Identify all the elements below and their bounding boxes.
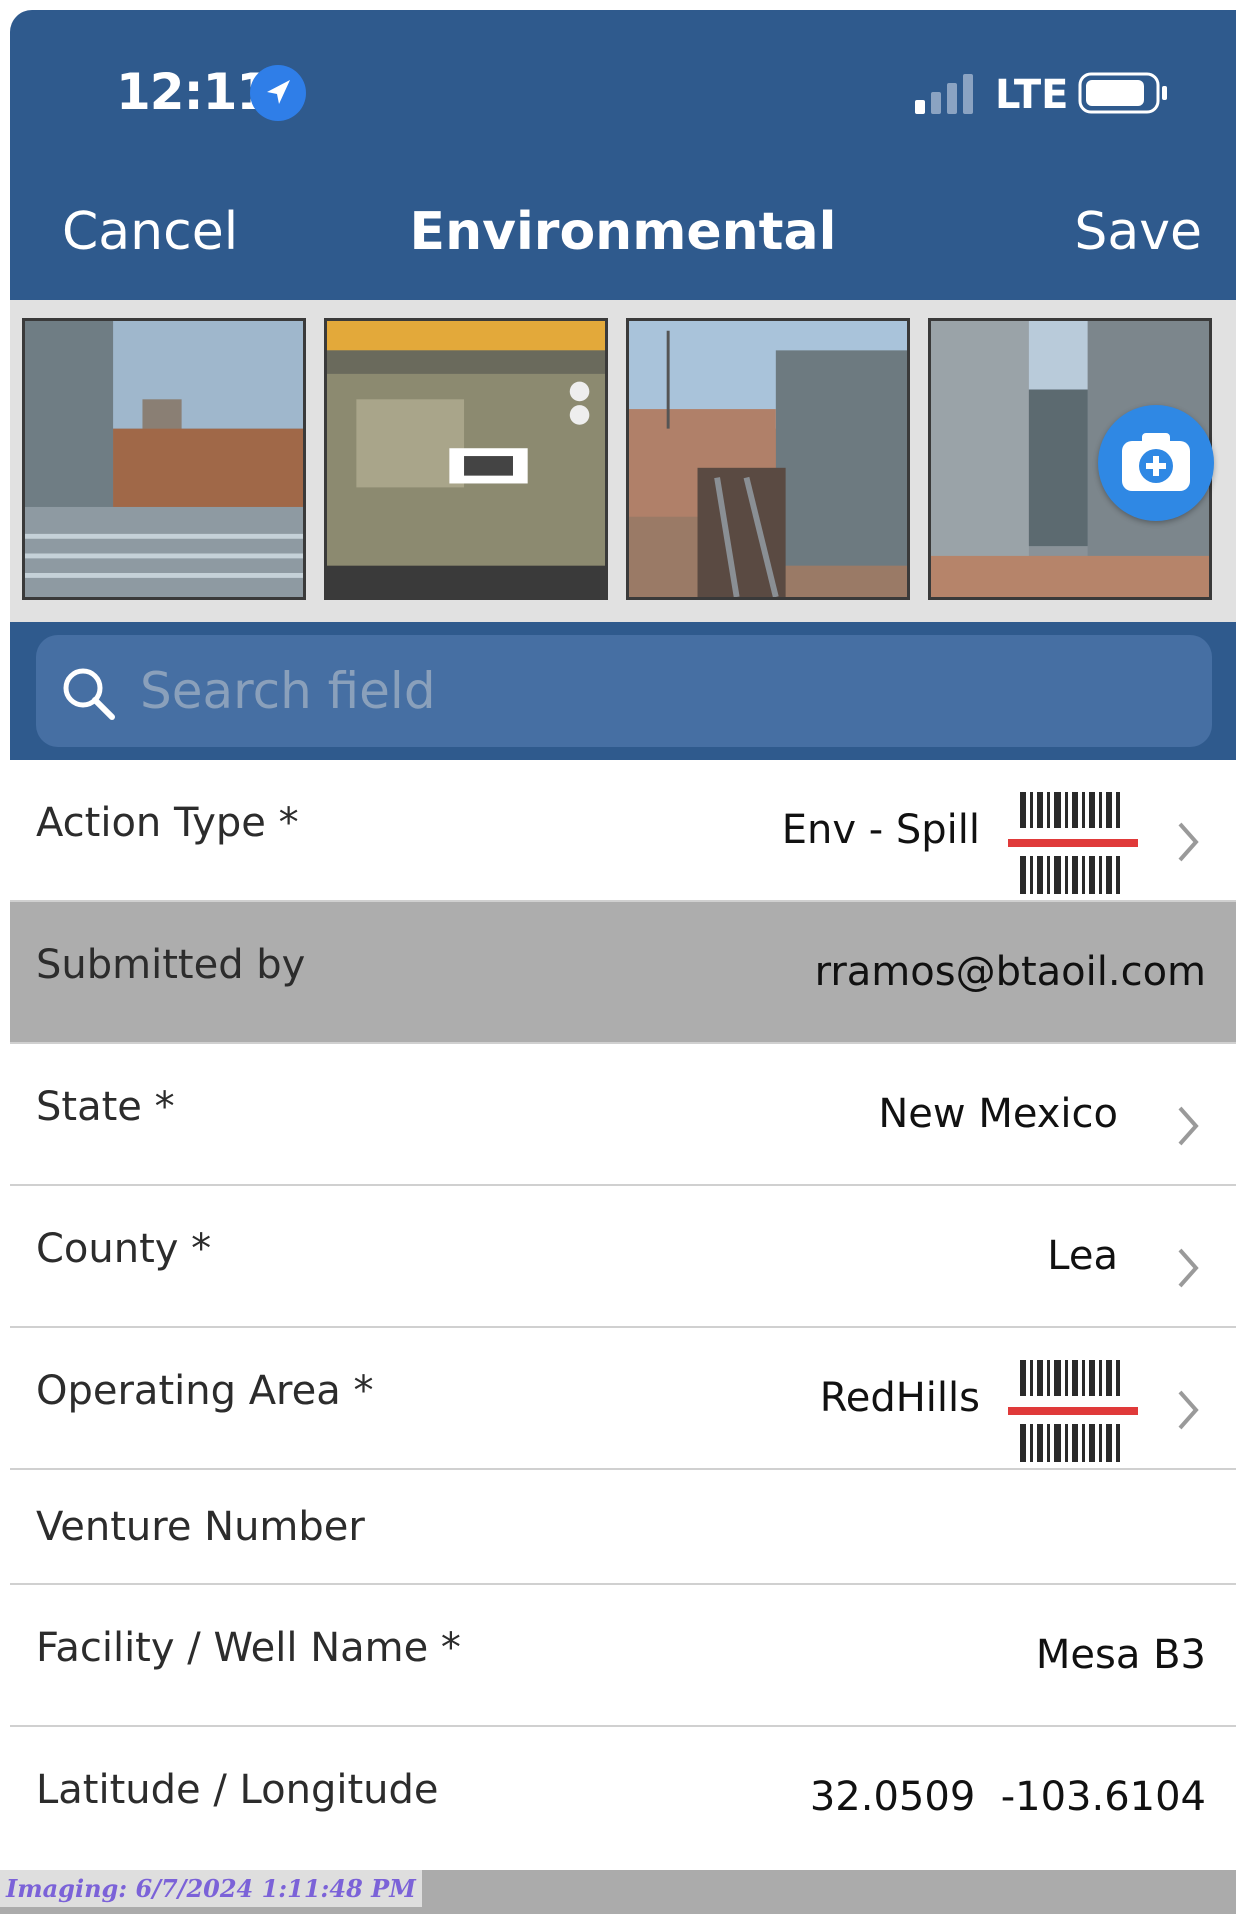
chevron-right-icon [1178, 1390, 1199, 1430]
watermark-text: Imaging: 6/7/2024 1:11:48 PM [0, 1870, 422, 1907]
barcode-scan-icon[interactable] [1008, 792, 1138, 894]
row-value: 32.0509 -103.6104 [809, 1774, 1206, 1820]
row-label: Submitted by [36, 942, 306, 988]
row-value: New Mexico [878, 1091, 1118, 1137]
row-lat-long[interactable]: Latitude / Longitude 32.0509 -103.6104 [10, 1727, 1236, 1869]
row-submitted-by: Submitted by rramos@btaoil.com [10, 902, 1236, 1044]
row-label: State * [36, 1084, 175, 1130]
photo-strip [10, 300, 1236, 622]
row-label: Facility / Well Name * [36, 1625, 461, 1671]
row-label: Venture Number [36, 1504, 365, 1550]
row-label: Latitude / Longitude [36, 1767, 439, 1813]
row-value: Mesa B3 [1035, 1632, 1206, 1678]
imaging-watermark: Imaging: 6/7/2024 1:11:48 PM [0, 1870, 1236, 1914]
photo-thumbnail[interactable] [22, 318, 306, 600]
network-type: LTE [995, 72, 1069, 118]
chevron-right-icon [1178, 822, 1199, 862]
row-state[interactable]: State * New Mexico [10, 1044, 1236, 1186]
search-field[interactable] [36, 635, 1212, 747]
camera-add-icon [1122, 433, 1190, 491]
status-time: 12:11 [116, 63, 271, 121]
app-header: 12:11 LTE Cancel Environmental Save [10, 10, 1236, 300]
photo-thumbnail[interactable] [324, 318, 608, 600]
phone-screen: 12:11 LTE Cancel Environmental Save Sear… [10, 10, 1236, 1914]
battery-icon [1078, 72, 1167, 114]
row-facility-well-name[interactable]: Facility / Well Name * Mesa B3 [10, 1585, 1236, 1727]
row-county[interactable]: County * Lea [10, 1186, 1236, 1328]
barcode-scan-icon[interactable] [1008, 1360, 1138, 1462]
form-list: Action Type * Env - Spill Submitted by r… [10, 760, 1236, 1869]
row-label: Operating Area * [36, 1368, 374, 1414]
photo-thumbnail[interactable] [626, 318, 910, 600]
search-bar [10, 622, 1236, 760]
row-value: RedHills [819, 1375, 980, 1421]
add-photo-button[interactable] [1098, 405, 1214, 521]
location-arrow-icon [250, 65, 306, 121]
chevron-right-icon [1178, 1106, 1199, 1146]
search-input[interactable] [140, 635, 1190, 747]
row-value: rramos@btaoil.com [814, 949, 1206, 995]
row-label: County * [36, 1226, 212, 1272]
row-label: Action Type * [36, 800, 299, 846]
page-title: Environmental [409, 202, 837, 262]
row-value: Env - Spill [781, 807, 980, 853]
save-button[interactable]: Save [1074, 202, 1202, 262]
search-icon [63, 668, 115, 720]
row-operating-area[interactable]: Operating Area * RedHills [10, 1328, 1236, 1470]
row-venture-number[interactable]: Venture Number [10, 1470, 1236, 1585]
row-action-type[interactable]: Action Type * Env - Spill [10, 760, 1236, 902]
signal-icon [915, 74, 973, 114]
chevron-right-icon [1178, 1248, 1199, 1288]
row-value: Lea [1047, 1233, 1118, 1279]
